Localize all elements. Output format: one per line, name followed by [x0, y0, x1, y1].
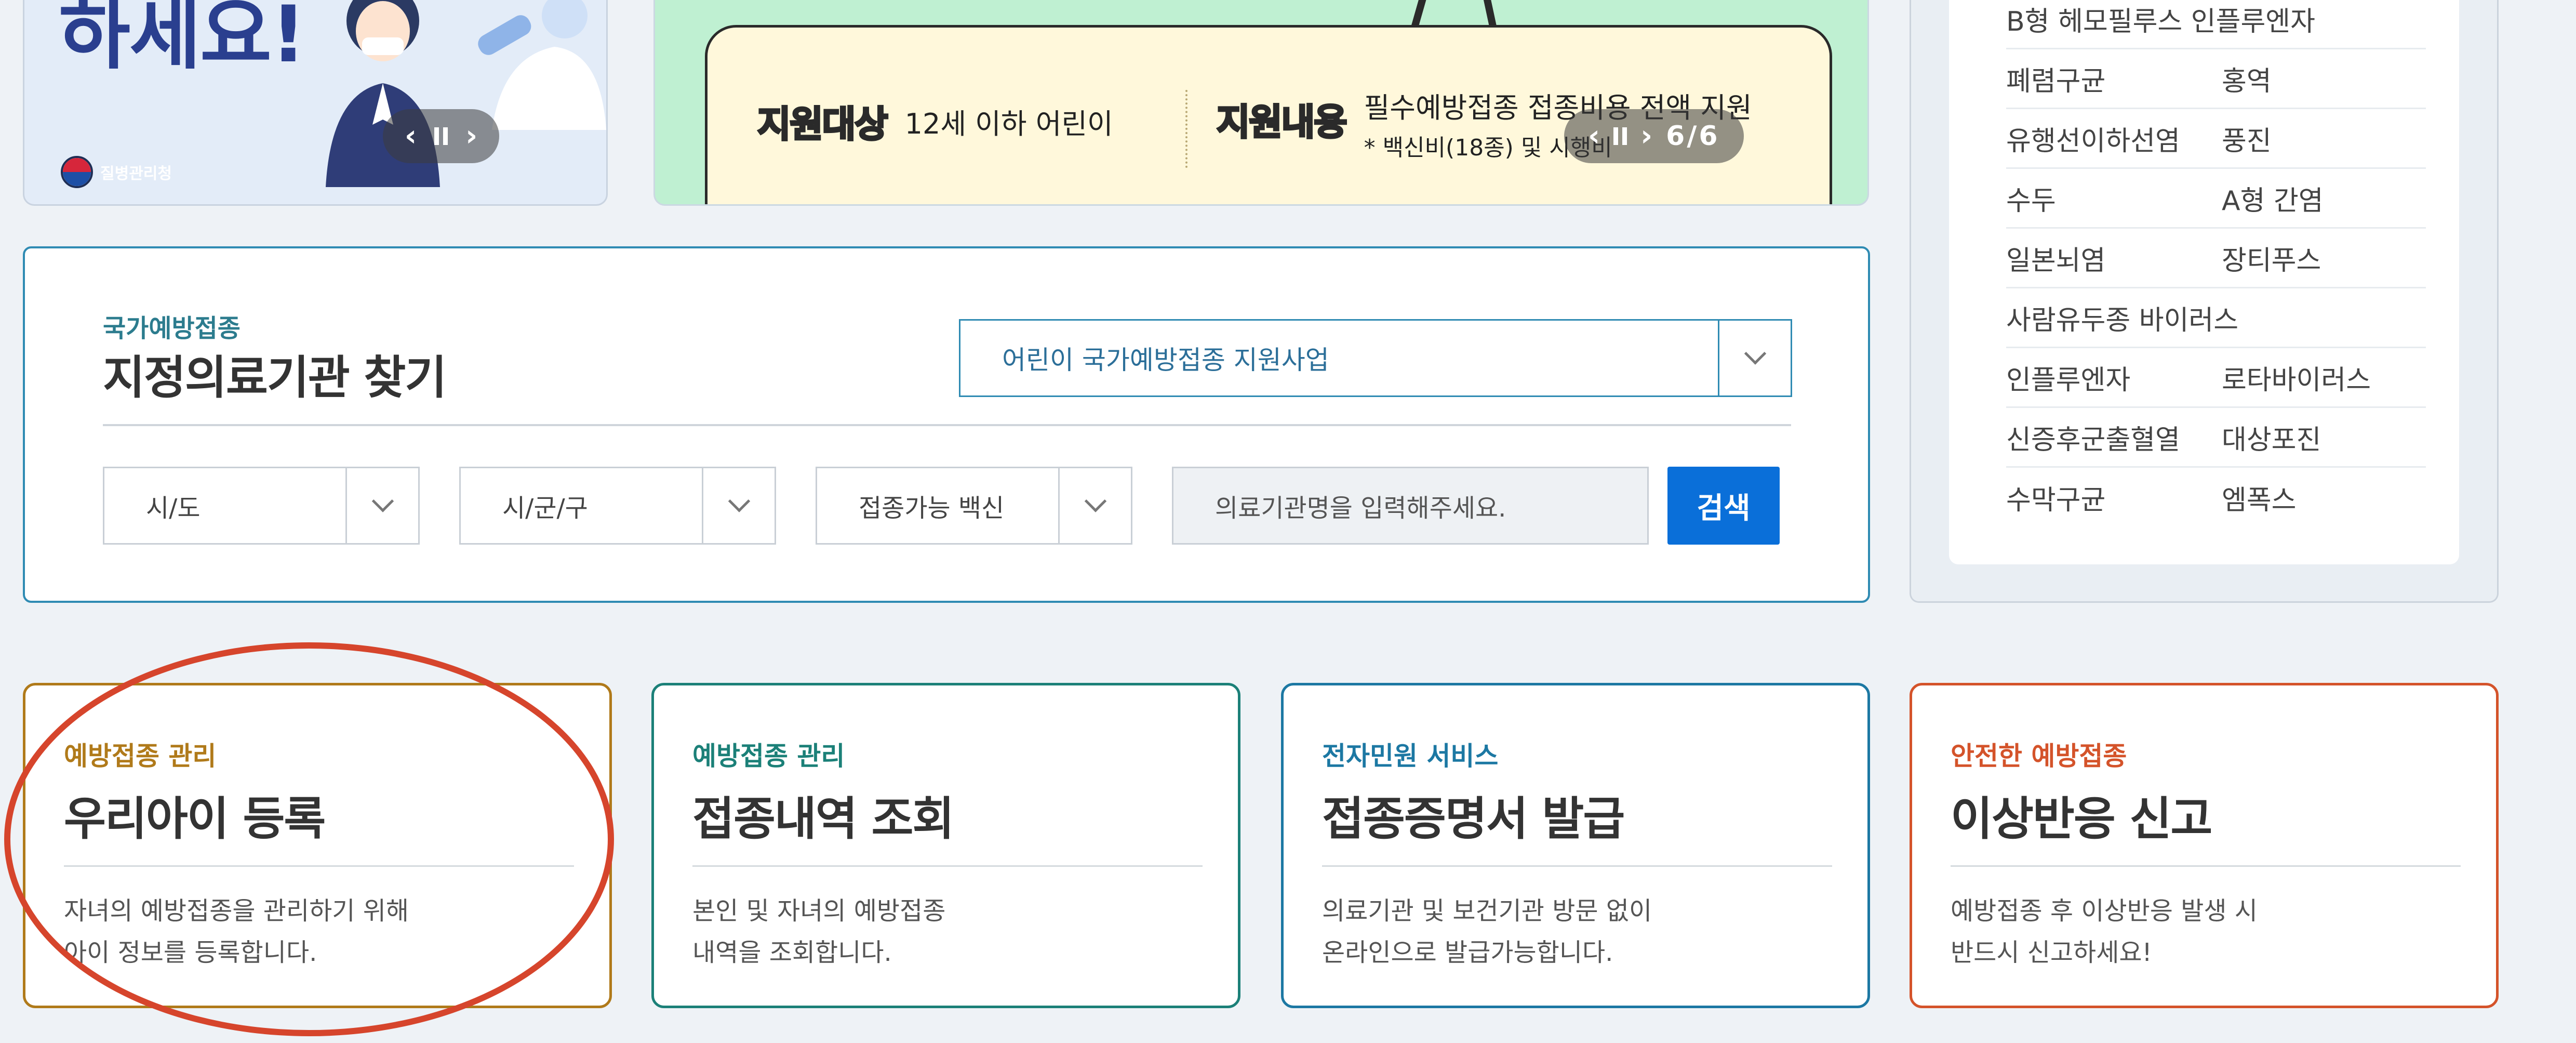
- card-title: 이상반응 신고: [1951, 792, 2212, 846]
- vaccine-name[interactable]: 폐렴구균: [2006, 59, 2222, 98]
- chevron-down-icon[interactable]: [1718, 321, 1791, 395]
- vaccine-row: 인플루엔자 로타바이러스: [2006, 348, 2426, 408]
- vaccine-name[interactable]: 로타바이러스: [2222, 358, 2371, 397]
- support-program-banner[interactable]: 지원대상 12세 이하 어린이 지원내용 필수예방접종 접종비용 전액 지원 *…: [653, 0, 1869, 206]
- vaccine-row: 수막구균 엠폭스: [2006, 468, 2426, 527]
- divider: [103, 424, 1791, 426]
- vaccine-name[interactable]: 사람유두종 바이러스: [2006, 298, 2238, 337]
- vaccine-name[interactable]: 신증후군출혈열: [2006, 418, 2222, 457]
- vaccine-select-value: 접종가능 백신: [859, 494, 1005, 523]
- card-title: 접종내역 조회: [692, 792, 954, 846]
- search-subtitle: 국가예방접종: [103, 314, 241, 343]
- vaccine-name[interactable]: 장티푸스: [2222, 239, 2321, 278]
- support-target-text: 12세 이하 어린이: [904, 108, 1113, 140]
- kdca-logo: 질병관리청: [61, 156, 172, 188]
- certificate-issue-card[interactable]: 전자민원 서비스 접종증명서 발급 의료기관 및 보건기관 방문 없이 온라인으…: [1281, 683, 1870, 1008]
- register-child-card[interactable]: 예방접종 관리 우리아이 등록 자녀의 예방접종을 관리하기 위해 아이 정보를…: [23, 683, 612, 1008]
- card-title: 우리아이 등록: [64, 792, 326, 846]
- pause-button[interactable]: [434, 127, 448, 145]
- vaccine-name[interactable]: 홍역: [2222, 59, 2272, 98]
- vaccination-history-card[interactable]: 예방접종 관리 접종내역 조회 본인 및 자녀의 예방접종 내역을 조회합니다.: [651, 683, 1240, 1008]
- card-category: 전자민원 서비스: [1322, 741, 1499, 771]
- vaccine-name[interactable]: B형 헤모필루스 인플루엔자: [2006, 0, 2315, 38]
- search-title: 지정의료기관 찾기: [103, 351, 447, 404]
- vaccine-row: 사람유두종 바이러스: [2006, 288, 2426, 348]
- sido-select[interactable]: 시/도: [103, 467, 420, 545]
- divider: [692, 865, 1203, 867]
- program-select[interactable]: 어린이 국가예방접종 지원사업: [959, 319, 1792, 397]
- card-description: 본인 및 자녀의 예방접종 내역을 조회합니다.: [692, 896, 946, 967]
- vaccine-list: B형 헤모필루스 인플루엔자 폐렴구균 홍역 유행선이하선염 풍진 수두 A형 …: [1949, 0, 2459, 564]
- sido-select-value: 시/도: [146, 494, 201, 523]
- divider: [64, 865, 574, 867]
- banner1-slider-controls: ‹ ›: [383, 109, 500, 163]
- chevron-down-icon[interactable]: [345, 468, 418, 543]
- clinic-name-input[interactable]: 의료기관명을 입력해주세요.: [1172, 467, 1649, 545]
- vaccine-row: 폐렴구균 홍역: [2006, 49, 2426, 109]
- next-slide-button[interactable]: ›: [1640, 122, 1652, 151]
- kdca-logo-text: 질병관리청: [100, 165, 172, 183]
- prev-slide-button[interactable]: ‹: [1588, 122, 1600, 151]
- vaccine-name[interactable]: 수두: [2006, 179, 2222, 218]
- designated-clinic-search: 국가예방접종 지정의료기관 찾기 어린이 국가예방접종 지원사업 시/도 시/군…: [23, 246, 1870, 603]
- vaccine-select[interactable]: 접종가능 백신: [816, 467, 1132, 545]
- sigungu-select[interactable]: 시/군/구: [459, 467, 776, 545]
- next-slide-button[interactable]: ›: [465, 122, 477, 151]
- chevron-down-icon[interactable]: [702, 468, 775, 543]
- vaccine-name[interactable]: 대상포진: [2222, 418, 2321, 457]
- sigungu-select-value: 시/군/구: [502, 494, 588, 523]
- card-description: 예방접종 후 이상반응 발생 시 반드시 신고하세요!: [1951, 896, 2258, 967]
- support-content-tag: 지원내용: [1216, 100, 1349, 144]
- card-category: 안전한 예방접종: [1951, 741, 2127, 771]
- divider: [1322, 865, 1832, 867]
- program-select-value: 어린이 국가예방접종 지원사업: [1002, 345, 1329, 375]
- vaccine-name[interactable]: 엠폭스: [2222, 478, 2297, 517]
- banner2-slider-controls: ‹ › 6/6: [1564, 109, 1744, 163]
- chevron-down-icon[interactable]: [1058, 468, 1131, 543]
- card-title: 접종증명서 발급: [1322, 792, 1625, 846]
- vaccine-row: B형 헤모필루스 인플루엔자: [2006, 0, 2426, 49]
- card-category: 예방접종 관리: [64, 741, 217, 771]
- adverse-reaction-report-card[interactable]: 안전한 예방접종 이상반응 신고 예방접종 후 이상반응 발생 시 반드시 신고…: [1910, 683, 2499, 1008]
- support-target-tag: 지원대상: [756, 102, 889, 147]
- vaccination-promo-banner[interactable]: 하세요! 질병관리청 ‹ ›: [23, 0, 608, 206]
- vaccine-name[interactable]: 인플루엔자: [2006, 358, 2222, 397]
- divider: [1185, 90, 1187, 168]
- vaccine-row: 일본뇌염 장티푸스: [2006, 229, 2426, 288]
- vaccine-row: 신증후군출혈열 대상포진: [2006, 408, 2426, 468]
- card-description: 의료기관 및 보건기관 방문 없이 온라인으로 발급가능합니다.: [1322, 896, 1652, 967]
- slide-counter: 6/6: [1666, 121, 1720, 152]
- divider: [1951, 865, 2461, 867]
- vaccine-name[interactable]: 수막구균: [2006, 478, 2222, 517]
- vaccine-name[interactable]: 일본뇌염: [2006, 239, 2222, 278]
- search-button[interactable]: 검색: [1667, 467, 1780, 545]
- pause-button[interactable]: [1613, 127, 1627, 145]
- vaccine-row: 유행선이하선염 풍진: [2006, 109, 2426, 169]
- vaccine-row: 수두 A형 간염: [2006, 169, 2426, 229]
- card-category: 예방접종 관리: [692, 741, 845, 771]
- vaccine-name[interactable]: 유행선이하선염: [2006, 119, 2222, 158]
- kdca-emblem-icon: [61, 156, 93, 188]
- vaccine-name[interactable]: A형 간염: [2222, 179, 2324, 218]
- prev-slide-button[interactable]: ‹: [405, 122, 417, 151]
- doctor-illustration: [478, 0, 606, 130]
- vaccine-name[interactable]: 풍진: [2222, 119, 2272, 158]
- card-description: 자녀의 예방접종을 관리하기 위해 아이 정보를 등록합니다.: [64, 896, 409, 967]
- banner-headline: 하세요!: [59, 0, 306, 80]
